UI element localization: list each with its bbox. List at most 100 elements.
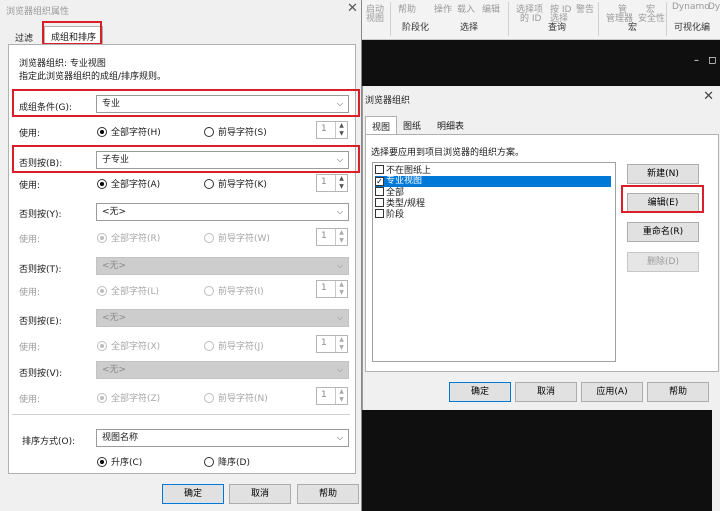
stepper-value: 1 — [321, 283, 327, 293]
scheme-list[interactable]: 不在图纸上 ✓ 专业视图 全部 类型/规程 阶段 — [372, 162, 616, 362]
ribbon-group-label: 查询 — [548, 23, 567, 33]
use-label: 使用: — [19, 235, 41, 245]
all-chars-radio[interactable]: 全部字符(R) — [97, 231, 160, 244]
leading-chars-radio[interactable]: 前导字符(I) — [204, 284, 264, 297]
then-by-select[interactable]: <无> ⌵ — [96, 257, 349, 275]
checkbox[interactable] — [375, 198, 384, 207]
use-label: 使用: — [19, 395, 41, 405]
tab-sheets[interactable]: 图纸 — [397, 116, 427, 134]
use-label: 使用: — [19, 129, 41, 139]
chars-stepper[interactable]: 1 ▲ ▼ — [316, 121, 348, 139]
radio-label: 全部字符(L) — [111, 287, 160, 297]
cancel-button[interactable]: 取消 — [229, 484, 291, 504]
then-by-label: 否则按(V): — [19, 369, 63, 379]
stepper-arrows-icon[interactable]: ▲ ▼ — [335, 388, 347, 404]
rename-button[interactable]: 重命名(R) — [627, 222, 699, 242]
ribbon-label[interactable]: 操作 — [434, 2, 452, 15]
revit-ribbon: 启动 视图 帮助 操作 载入 编辑 选择项 按 ID 警告 的 ID 选择 管 … — [362, 0, 720, 40]
chevron-down-icon: ⌵ — [336, 313, 343, 322]
all-chars-radio[interactable]: 全部字符(Z) — [97, 391, 160, 404]
list-item[interactable]: 类型/规程 — [375, 198, 428, 209]
browser-organization-dialog: 浏览器组织 ✕ 视图 图纸 明细表 选择要应用到项目浏览器的组织方案。 不在图纸… — [362, 86, 720, 410]
then-by-select[interactable]: <无> ⌵ — [96, 203, 349, 221]
then-by-select[interactable]: <无> ⌵ — [96, 309, 349, 327]
stepper-value: 1 — [321, 177, 327, 187]
chars-stepper[interactable]: 1 ▲ ▼ — [316, 387, 348, 405]
chevron-down-icon: ⌵ — [336, 207, 343, 216]
radio-label: 前导字符(I) — [218, 287, 264, 297]
use-label: 使用: — [19, 288, 41, 298]
ribbon-label[interactable]: 帮助 — [398, 2, 416, 15]
chars-stepper[interactable]: 1 ▲ ▼ — [316, 335, 348, 353]
new-button[interactable]: 新建(N) — [627, 164, 699, 184]
checkbox[interactable] — [375, 165, 384, 174]
all-chars-radio[interactable]: 全部字符(A) — [97, 177, 160, 190]
all-chars-radio[interactable]: 全部字符(L) — [97, 284, 159, 297]
list-item[interactable]: 不在图纸上 — [375, 165, 434, 176]
tab-views[interactable]: 视图 — [365, 116, 398, 135]
then-by-label: 否则按(Y): — [19, 210, 62, 220]
chars-stepper[interactable]: 1 ▲ ▼ — [316, 228, 348, 246]
ribbon-label[interactable]: 视图 — [366, 11, 384, 24]
stepper-arrows-icon[interactable]: ▲ ▼ — [335, 281, 347, 297]
chars-stepper[interactable]: 1 ▲ ▼ — [316, 174, 348, 192]
delete-button[interactable]: 删除(D) — [627, 252, 699, 272]
all-chars-radio[interactable]: 全部字符(H) — [97, 125, 161, 138]
leading-chars-radio[interactable]: 前导字符(K) — [204, 177, 267, 190]
radio-icon — [97, 393, 107, 403]
leading-chars-radio[interactable]: 前导字符(J) — [204, 339, 264, 352]
stepper-arrows-icon[interactable]: ▲ ▼ — [335, 122, 347, 138]
then-by-select[interactable]: <无> ⌵ — [96, 361, 349, 379]
ribbon-label[interactable]: 安全性 — [638, 11, 665, 24]
close-icon[interactable]: ✕ — [347, 1, 358, 16]
ascending-radio[interactable]: 升序(C) — [97, 455, 142, 468]
stepper-arrows-icon[interactable]: ▲ ▼ — [335, 336, 347, 352]
ribbon-label[interactable]: 载入 — [457, 2, 475, 15]
radio-icon — [204, 286, 214, 296]
ribbon-label[interactable]: 的 ID — [520, 11, 541, 24]
highlight-box — [621, 185, 704, 213]
help-button[interactable]: 帮助 — [297, 484, 359, 504]
stepper-arrows-icon[interactable]: ▲ ▼ — [335, 175, 347, 191]
select-value: <无> — [102, 207, 127, 217]
list-item-label: 不在图纸上 — [386, 166, 432, 176]
use-label: 使用: — [19, 343, 41, 353]
radio-icon — [204, 179, 214, 189]
highlight-box — [12, 89, 360, 117]
radio-label: 全部字符(H) — [111, 128, 161, 138]
ribbon-label[interactable]: 编辑 — [482, 2, 500, 15]
help-button[interactable]: 帮助 — [647, 382, 709, 402]
list-item[interactable]: 阶段 — [375, 209, 407, 220]
tab-schedules[interactable]: 明细表 — [431, 116, 470, 134]
ok-button[interactable]: 确定 — [162, 484, 224, 504]
close-icon[interactable]: ✕ — [703, 89, 714, 104]
use-label: 使用: — [19, 181, 41, 191]
all-chars-radio[interactable]: 全部字符(X) — [97, 339, 160, 352]
leading-chars-radio[interactable]: 前导字符(S) — [204, 125, 267, 138]
leading-chars-radio[interactable]: 前导字符(W) — [204, 231, 270, 244]
radio-icon — [97, 179, 107, 189]
list-item[interactable]: 全部 — [375, 187, 407, 198]
ribbon-label[interactable]: Dy — [708, 2, 720, 12]
descending-radio[interactable]: 降序(D) — [204, 455, 250, 468]
chars-stepper[interactable]: 1 ▲ ▼ — [316, 280, 348, 298]
checkbox[interactable] — [375, 187, 384, 196]
sort-by-select[interactable]: 视图名称 ⌵ — [96, 429, 349, 447]
ribbon-separator — [598, 2, 599, 36]
ribbon-label[interactable]: Dynamo — [672, 2, 710, 12]
stepper-value: 1 — [321, 390, 327, 400]
dialog-title: 浏览器组织 — [365, 96, 411, 106]
list-item-selected[interactable]: ✓ 专业视图 — [375, 176, 611, 187]
checkbox-checked[interactable]: ✓ — [375, 177, 384, 186]
highlight-box — [42, 21, 102, 45]
leading-chars-radio[interactable]: 前导字符(N) — [204, 391, 268, 404]
window-controls[interactable]: – ◻ — [694, 55, 719, 66]
cancel-button[interactable]: 取消 — [515, 382, 577, 402]
checkbox[interactable] — [375, 209, 384, 218]
radio-label: 全部字符(Z) — [111, 394, 161, 404]
ribbon-label[interactable]: 警告 — [576, 2, 594, 15]
ok-button[interactable]: 确定 — [449, 382, 511, 402]
list-item-label: 类型/规程 — [386, 199, 426, 209]
apply-button[interactable]: 应用(A) — [581, 382, 643, 402]
stepper-arrows-icon[interactable]: ▲ ▼ — [335, 229, 347, 245]
